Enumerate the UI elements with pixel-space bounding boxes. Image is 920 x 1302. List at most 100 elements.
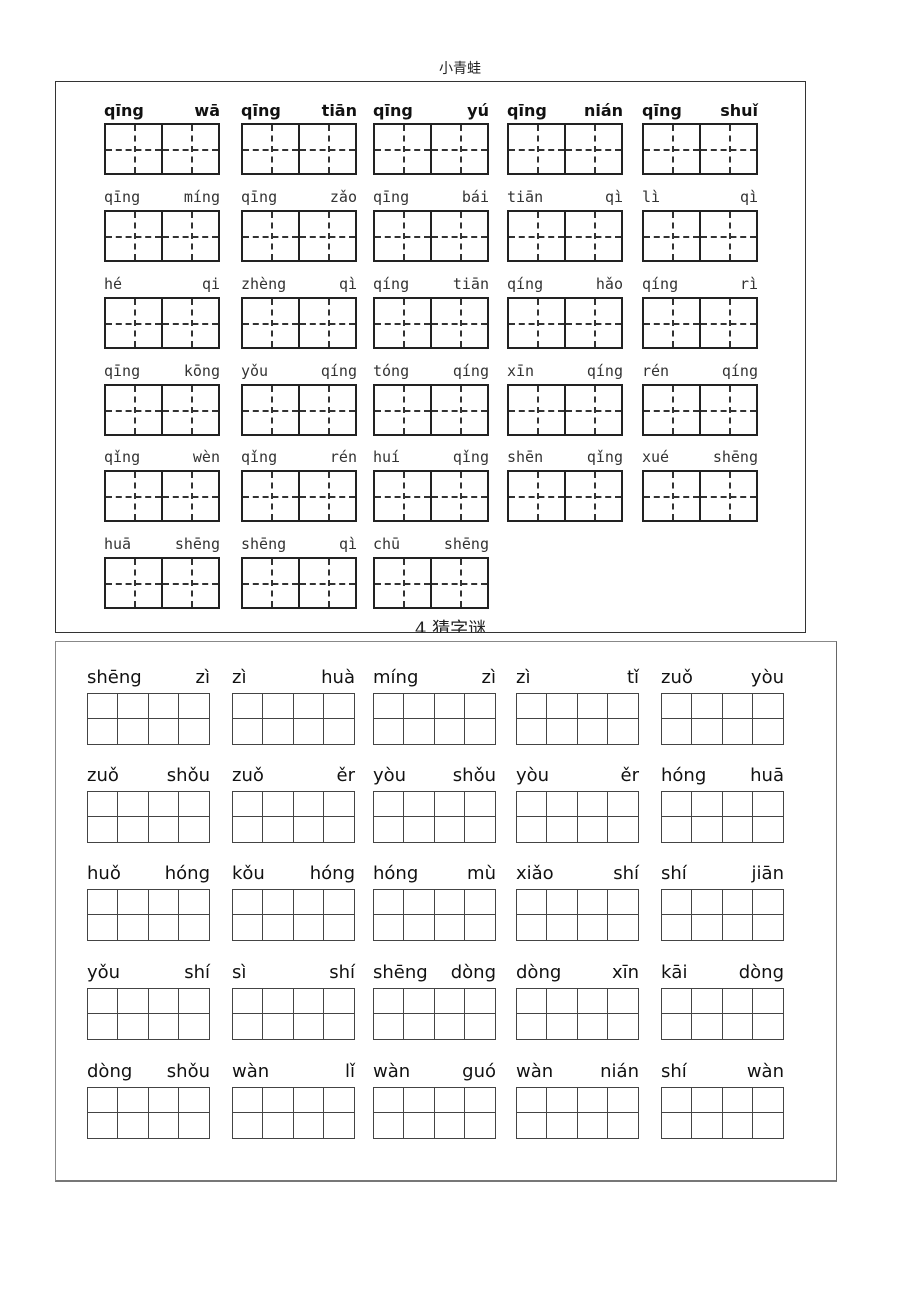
tianzige-writing-grid[interactable] xyxy=(642,297,758,349)
writing-grid[interactable] xyxy=(232,988,355,1040)
character-box[interactable] xyxy=(149,719,179,744)
character-box[interactable] xyxy=(547,915,578,940)
tianzige-writing-grid[interactable] xyxy=(241,123,357,175)
tianzige-writing-grid[interactable] xyxy=(241,384,357,436)
character-box[interactable] xyxy=(692,1014,723,1039)
character-box[interactable] xyxy=(753,817,783,842)
character-box[interactable] xyxy=(434,989,465,1014)
character-box[interactable] xyxy=(118,890,149,915)
character-box[interactable] xyxy=(263,817,294,842)
character-box[interactable] xyxy=(404,1088,435,1113)
writing-grid[interactable] xyxy=(87,1087,210,1139)
character-box[interactable] xyxy=(374,890,405,915)
character-box[interactable] xyxy=(662,1014,693,1039)
character-box[interactable] xyxy=(178,890,209,915)
character-box[interactable] xyxy=(692,989,723,1014)
character-box[interactable] xyxy=(692,1088,723,1113)
character-box[interactable] xyxy=(106,472,161,520)
character-box[interactable] xyxy=(662,792,693,817)
character-box[interactable] xyxy=(374,1113,405,1138)
character-box[interactable] xyxy=(608,1014,638,1039)
character-box[interactable] xyxy=(577,1088,608,1113)
character-box[interactable] xyxy=(435,719,465,744)
character-box[interactable] xyxy=(509,299,564,347)
character-box[interactable] xyxy=(88,915,119,940)
character-box[interactable] xyxy=(161,125,218,173)
character-box[interactable] xyxy=(722,890,753,915)
character-box[interactable] xyxy=(547,890,578,915)
character-box[interactable] xyxy=(233,1088,264,1113)
character-box[interactable] xyxy=(161,212,218,260)
character-box[interactable] xyxy=(178,989,209,1014)
character-box[interactable] xyxy=(263,915,294,940)
character-box[interactable] xyxy=(118,792,149,817)
character-box[interactable] xyxy=(564,386,621,434)
character-box[interactable] xyxy=(692,817,723,842)
character-box[interactable] xyxy=(608,915,638,940)
tianzige-writing-grid[interactable] xyxy=(104,297,220,349)
character-box[interactable] xyxy=(752,989,783,1014)
character-box[interactable] xyxy=(324,1014,354,1039)
character-box[interactable] xyxy=(430,125,487,173)
character-box[interactable] xyxy=(179,1113,209,1138)
character-box[interactable] xyxy=(547,1113,578,1138)
character-box[interactable] xyxy=(722,1088,753,1113)
tianzige-writing-grid[interactable] xyxy=(507,210,623,262)
character-box[interactable] xyxy=(298,125,355,173)
tianzige-writing-grid[interactable] xyxy=(642,470,758,522)
character-box[interactable] xyxy=(88,694,119,719)
character-box[interactable] xyxy=(547,1088,578,1113)
character-box[interactable] xyxy=(692,890,723,915)
character-box[interactable] xyxy=(607,792,638,817)
character-box[interactable] xyxy=(88,989,119,1014)
tianzige-writing-grid[interactable] xyxy=(507,384,623,436)
character-box[interactable] xyxy=(324,1113,354,1138)
character-box[interactable] xyxy=(723,1113,753,1138)
writing-grid[interactable] xyxy=(516,889,639,941)
character-box[interactable] xyxy=(430,472,487,520)
character-box[interactable] xyxy=(509,212,564,260)
character-box[interactable] xyxy=(179,915,209,940)
character-box[interactable] xyxy=(263,719,294,744)
character-box[interactable] xyxy=(517,817,548,842)
character-box[interactable] xyxy=(294,1113,324,1138)
character-box[interactable] xyxy=(517,1088,548,1113)
character-box[interactable] xyxy=(564,212,621,260)
writing-grid[interactable] xyxy=(87,693,210,745)
character-box[interactable] xyxy=(577,792,608,817)
character-box[interactable] xyxy=(722,792,753,817)
character-box[interactable] xyxy=(464,694,495,719)
character-box[interactable] xyxy=(662,817,693,842)
character-box[interactable] xyxy=(374,915,405,940)
character-box[interactable] xyxy=(374,1014,405,1039)
character-box[interactable] xyxy=(404,890,435,915)
writing-grid[interactable] xyxy=(661,1087,784,1139)
character-box[interactable] xyxy=(323,989,354,1014)
writing-grid[interactable] xyxy=(373,889,496,941)
writing-grid[interactable] xyxy=(87,791,210,843)
character-box[interactable] xyxy=(148,890,179,915)
character-box[interactable] xyxy=(243,125,298,173)
character-box[interactable] xyxy=(263,1113,294,1138)
character-box[interactable] xyxy=(577,989,608,1014)
writing-grid[interactable] xyxy=(232,1087,355,1139)
character-box[interactable] xyxy=(662,915,693,940)
character-box[interactable] xyxy=(435,817,465,842)
character-box[interactable] xyxy=(564,472,621,520)
character-box[interactable] xyxy=(509,472,564,520)
character-box[interactable] xyxy=(404,989,435,1014)
tianzige-writing-grid[interactable] xyxy=(104,557,220,609)
character-box[interactable] xyxy=(298,559,355,607)
tianzige-writing-grid[interactable] xyxy=(642,123,758,175)
character-box[interactable] xyxy=(464,890,495,915)
character-box[interactable] xyxy=(723,719,753,744)
character-box[interactable] xyxy=(293,1088,324,1113)
character-box[interactable] xyxy=(106,212,161,260)
character-box[interactable] xyxy=(465,915,495,940)
character-box[interactable] xyxy=(233,989,264,1014)
character-box[interactable] xyxy=(662,1113,693,1138)
character-box[interactable] xyxy=(243,559,298,607)
character-box[interactable] xyxy=(692,1113,723,1138)
writing-grid[interactable] xyxy=(373,1087,496,1139)
character-box[interactable] xyxy=(375,472,430,520)
